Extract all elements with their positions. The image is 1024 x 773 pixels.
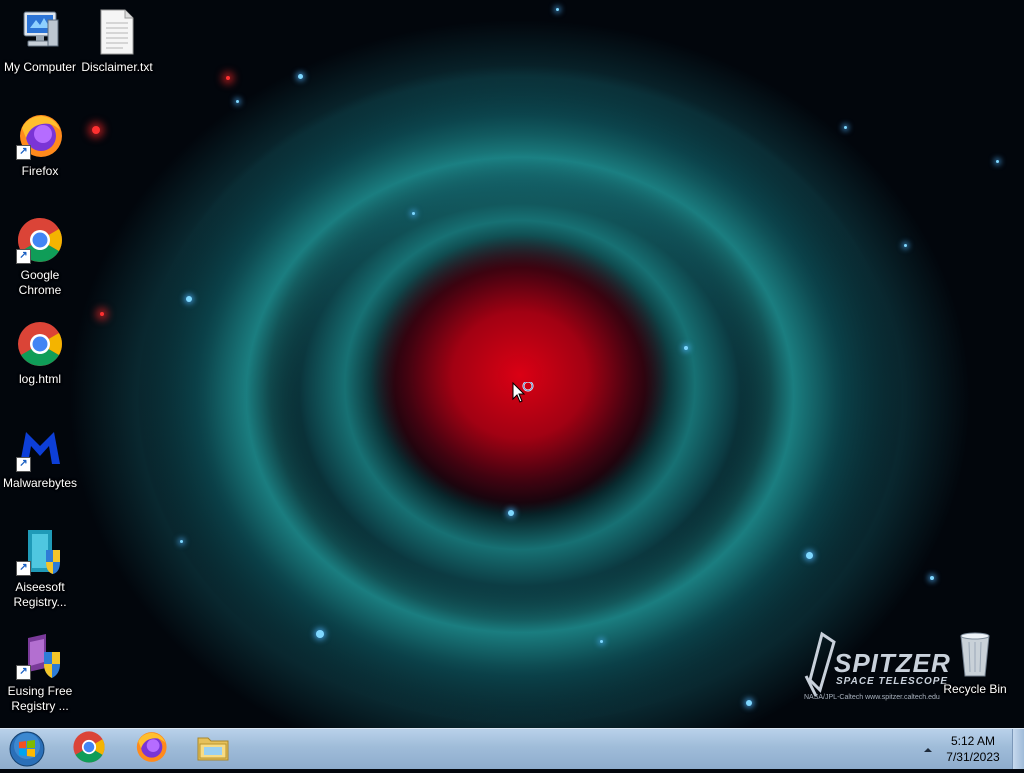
star <box>236 100 239 103</box>
chrome-icon <box>72 730 106 769</box>
star <box>316 630 324 638</box>
star <box>298 74 303 79</box>
star <box>684 346 688 350</box>
shortcut-arrow-icon: ↗ <box>16 665 31 680</box>
star <box>746 700 752 706</box>
desktop-icon-aiseesoft[interactable]: ↗ Aiseesoft Registry... <box>0 528 80 610</box>
desktop-icon-label: Firefox <box>21 164 59 178</box>
desktop-icon-firefox[interactable]: ↗ Firefox <box>0 112 80 179</box>
spitzer-subtitle: SPACE TELESCOPE <box>836 676 949 687</box>
show-hidden-icons-button[interactable] <box>922 743 934 755</box>
star <box>180 540 183 543</box>
star <box>186 296 192 302</box>
clock-date: 7/31/2023 <box>946 750 1000 764</box>
red-star <box>92 126 100 134</box>
firefox-icon: ↗ <box>16 112 64 160</box>
desktop-icon-log-html[interactable]: log.html <box>0 320 80 387</box>
chrome-icon: ↗ <box>16 216 64 264</box>
taskbar-firefox-button[interactable] <box>123 731 179 767</box>
clock-time: 5:12 AM <box>950 734 996 748</box>
shortcut-arrow-icon: ↗ <box>16 561 31 576</box>
red-star <box>100 312 104 316</box>
desktop-icon-my-computer[interactable]: My Computer <box>0 8 80 75</box>
shortcut-arrow-icon: ↗ <box>16 249 31 264</box>
taskbar: 5:12 AM 7/31/2023 <box>0 728 1024 769</box>
red-star <box>226 76 230 80</box>
desktop-icon-label: Eusing Free Registry ... <box>7 684 73 713</box>
desktop-icon-label: Aiseesoft Registry... <box>13 580 67 609</box>
star <box>930 576 934 580</box>
desktop-icon-malwarebytes[interactable]: ↗ Malwarebytes <box>0 424 80 491</box>
star <box>996 160 999 163</box>
desktop-icon-label: Recycle Bin <box>943 682 1007 696</box>
star <box>806 552 813 559</box>
file-explorer-icon <box>196 732 230 767</box>
desktop-icon-label: Malwarebytes <box>2 476 78 490</box>
star <box>412 212 415 215</box>
star <box>844 126 847 129</box>
desktop-icon-label: My Computer <box>3 60 77 74</box>
spitzer-credit: NASA/JPL-Caltech www.spitzer.caltech.edu <box>804 694 940 701</box>
desktop-icon-google-chrome[interactable]: ↗ Google Chrome <box>0 216 80 298</box>
spitzer-title: SPITZER <box>834 648 951 678</box>
eusing-icon: ↗ <box>16 632 64 680</box>
desktop-icon-label: Google Chrome <box>18 268 62 297</box>
aiseesoft-icon: ↗ <box>16 528 64 576</box>
taskbar-clock[interactable]: 5:12 AM 7/31/2023 <box>938 733 1008 765</box>
shortcut-arrow-icon: ↗ <box>16 457 31 472</box>
text-file-icon <box>93 8 141 56</box>
desktop-icon-eusing[interactable]: ↗ Eusing Free Registry ... <box>0 632 80 714</box>
show-desktop-button[interactable] <box>1012 729 1024 769</box>
chrome-html-icon <box>16 320 64 368</box>
start-button[interactable] <box>4 730 50 768</box>
desktop-wallpaper: SPITZER SPACE TELESCOPE NASA/JPL-Caltech… <box>0 0 1024 728</box>
star <box>556 8 559 11</box>
recycle-bin-icon <box>951 630 999 678</box>
star <box>904 244 907 247</box>
computer-icon <box>16 8 64 56</box>
malwarebytes-icon: ↗ <box>16 424 64 472</box>
star <box>600 640 603 643</box>
desktop-icon-recycle-bin[interactable]: Recycle Bin <box>935 630 1015 697</box>
desktop-icon-label: Disclaimer.txt <box>81 60 153 74</box>
taskbar-file-explorer-button[interactable] <box>185 731 241 767</box>
mouse-cursor-icon <box>512 380 538 411</box>
desktop-icon-disclaimer[interactable]: Disclaimer.txt <box>77 8 157 75</box>
taskbar-chrome-button[interactable] <box>61 730 117 769</box>
shortcut-arrow-icon: ↗ <box>16 145 31 160</box>
desktop-icon-label: log.html <box>18 372 62 386</box>
firefox-icon <box>134 730 168 769</box>
star <box>508 510 514 516</box>
